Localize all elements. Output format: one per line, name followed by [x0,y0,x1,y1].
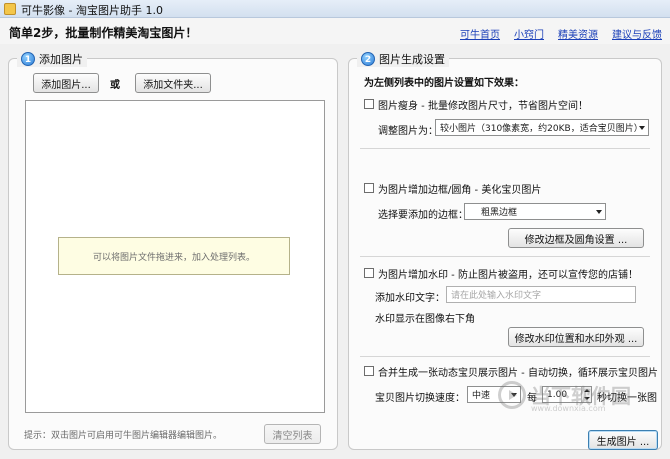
watermark-position-text: 水印显示在图像右下角 [375,314,475,325]
divider [360,356,650,357]
drop-hint: 可以将图片文件拖进来，加入处理列表。 [58,237,290,275]
border-select[interactable]: 粗黑边框 [464,203,606,220]
step-one-icon: 1 [21,52,35,66]
panel-header-add-images: 1 添加图片 [17,51,87,67]
divider [360,256,650,257]
speed-label: 宝贝图片切换速度： [375,393,465,404]
clear-list-button[interactable]: 清空列表 [264,424,321,444]
header-links: 可牛首页 小窍门 精美资源 建议与反馈 [460,26,662,41]
watermark-checkbox[interactable] [364,268,374,278]
resize-label: 图片瘦身 - 批量修改图片尺寸，节省图片空间！ [378,101,588,112]
panel-title: 添加图片 [39,53,83,66]
resize-checkbox[interactable] [364,99,374,109]
or-label: 或 [110,80,120,91]
edit-border-button[interactable]: 修改边框及圆角设置 ... [508,228,644,248]
site-watermark: 当下软件园 www.downxia.com [498,380,631,413]
link-tips[interactable]: 小窍门 [514,26,544,41]
title-bar: 可牛影像 - 淘宝图片助手 1.0 [0,0,670,18]
add-folder-button[interactable]: 添加文件夹... [135,73,211,93]
chevron-down-icon [596,210,602,214]
animation-checkbox[interactable] [364,366,374,376]
border-checkbox[interactable] [364,183,374,193]
watermark-text-input[interactable]: 请在此处输入水印文字 [446,286,636,303]
size-label: 调整图片为： [378,126,438,137]
speed-select-value: 中速 [472,391,491,401]
watermark-label: 为图片增加水印 - 防止图片被盗用，还可以宣传您的店铺！ [378,270,638,281]
window-title: 可牛影像 - 淘宝图片助手 1.0 [21,4,163,17]
link-home[interactable]: 可牛首页 [460,26,500,41]
tip-text: 提示：双击图片可启用可牛图片编辑器编辑图片。 [24,431,223,441]
header: 简单2步，批量制作精美淘宝图片！ 可牛首页 小窍门 精美资源 建议与反馈 [0,18,670,44]
link-resources[interactable]: 精美资源 [558,26,598,41]
link-feedback[interactable]: 建议与反馈 [612,26,662,41]
app-icon [4,3,16,15]
size-select-value: 较小图片（310像素宽，约20KB，适合宝贝图片） [440,124,643,134]
watermark-text-placeholder: 请在此处输入水印文字 [451,291,542,301]
add-images-button[interactable]: 添加图片... [33,73,99,93]
play-logo-icon [498,380,526,409]
chevron-down-icon [639,126,645,130]
border-choose-label: 选择要添加的边框： [378,210,468,221]
generate-button[interactable]: 生成图片 ... [588,430,658,450]
animation-label: 合并生成一张动态宝贝展示图片 - 自动切换，循环展示宝贝图片 [378,368,658,379]
step-two-icon: 2 [361,52,375,66]
watermark-text-label: 添加水印文字： [375,293,445,304]
panel-title: 图片生成设置 [379,53,445,66]
divider [360,148,650,149]
edit-watermark-button[interactable]: 修改水印位置和水印外观 ... [508,327,644,347]
border-select-value: 粗黑边框 [481,208,518,218]
border-label: 为图片增加边框/圆角 - 美化宝贝图片 [378,185,542,196]
watermark-sub-text: www.downxia.com [531,404,606,413]
size-select[interactable]: 较小图片（310像素宽，约20KB，适合宝贝图片） [435,119,649,136]
panel-header-settings: 2 图片生成设置 [357,51,449,67]
image-list-dropzone[interactable]: 可以将图片文件拖进来，加入处理列表。 [25,100,325,413]
settings-heading: 为左侧列表中的图片设置如下效果： [364,78,524,89]
step-heading: 简单2步，批量制作精美淘宝图片！ [9,26,198,40]
